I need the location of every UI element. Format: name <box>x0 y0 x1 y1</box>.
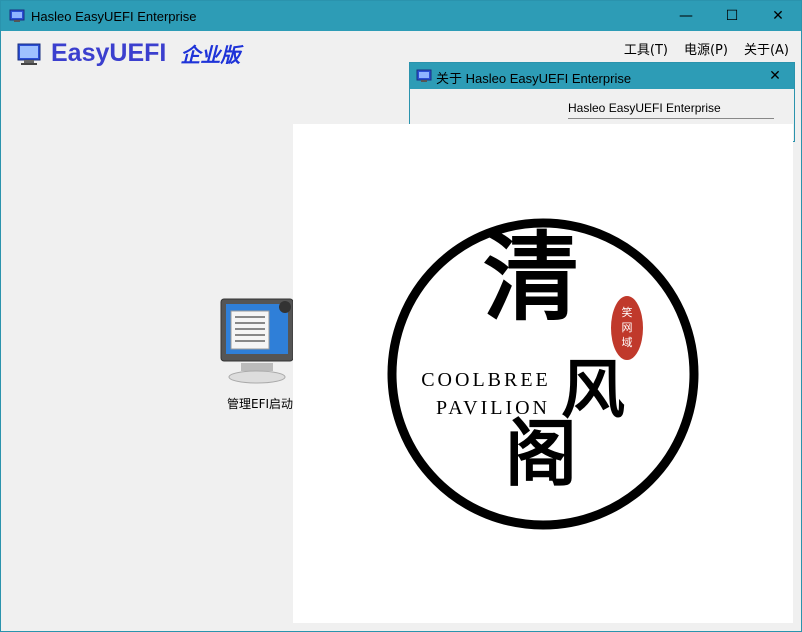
maximize-button[interactable]: ☐ <box>709 1 755 31</box>
menu-power[interactable]: 电源(P) <box>684 39 728 58</box>
app-icon <box>9 9 25 22</box>
minimize-icon: — <box>679 8 693 24</box>
logo-english-line-2: PAVILION <box>436 397 550 419</box>
watermark-overlay: 清 风 阁 COOLBREE PAVILION 笑 网 域 <box>293 124 793 623</box>
close-icon: ✕ <box>772 8 784 24</box>
close-button[interactable]: ✕ <box>755 1 801 31</box>
divider <box>568 118 774 119</box>
close-icon: ✕ <box>769 68 781 84</box>
logo-english-line-1: COOLBREE <box>421 369 551 391</box>
menu-tools[interactable]: 工具(T) <box>624 39 668 58</box>
logo-char-ge: 阁 <box>505 411 577 496</box>
seal-char-1: 笑 <box>622 305 633 319</box>
menu-bar: 工具(T) 电源(P) 关于(A) <box>624 39 789 58</box>
easyuefi-logo-icon <box>17 43 41 65</box>
brand-name: EasyUEFI <box>51 39 167 67</box>
window-title: Hasleo EasyUEFI Enterprise <box>31 9 197 24</box>
main-window: Hasleo EasyUEFI Enterprise — ☐ ✕ EasyUEF… <box>0 0 802 632</box>
title-bar[interactable]: Hasleo EasyUEFI Enterprise — ☐ ✕ <box>1 1 801 31</box>
manage-efi-label[interactable]: 管理EFI启动 <box>227 395 293 412</box>
seal-char-2: 网 <box>622 321 633 334</box>
manage-efi-icon[interactable] <box>219 297 299 393</box>
menu-about[interactable]: 关于(A) <box>744 39 789 58</box>
app-icon <box>416 69 432 82</box>
about-title-bar[interactable]: 关于 Hasleo EasyUEFI Enterprise ✕ <box>410 63 794 89</box>
seal-char-3: 域 <box>622 336 633 349</box>
about-close-button[interactable]: ✕ <box>760 63 790 89</box>
watermark-logo: 清 风 阁 COOLBREE PAVILION 笑 网 域 <box>387 218 699 530</box>
about-title: 关于 Hasleo EasyUEFI Enterprise <box>436 71 632 86</box>
brand-edition: 企业版 <box>180 43 241 67</box>
maximize-icon: ☐ <box>725 8 739 24</box>
logo-char-qing: 清 <box>483 221 579 334</box>
minimize-button[interactable]: — <box>663 1 709 31</box>
brand-header: EasyUEFI 企业版 <box>17 39 240 68</box>
about-product-name: Hasleo EasyUEFI Enterprise <box>568 101 721 115</box>
